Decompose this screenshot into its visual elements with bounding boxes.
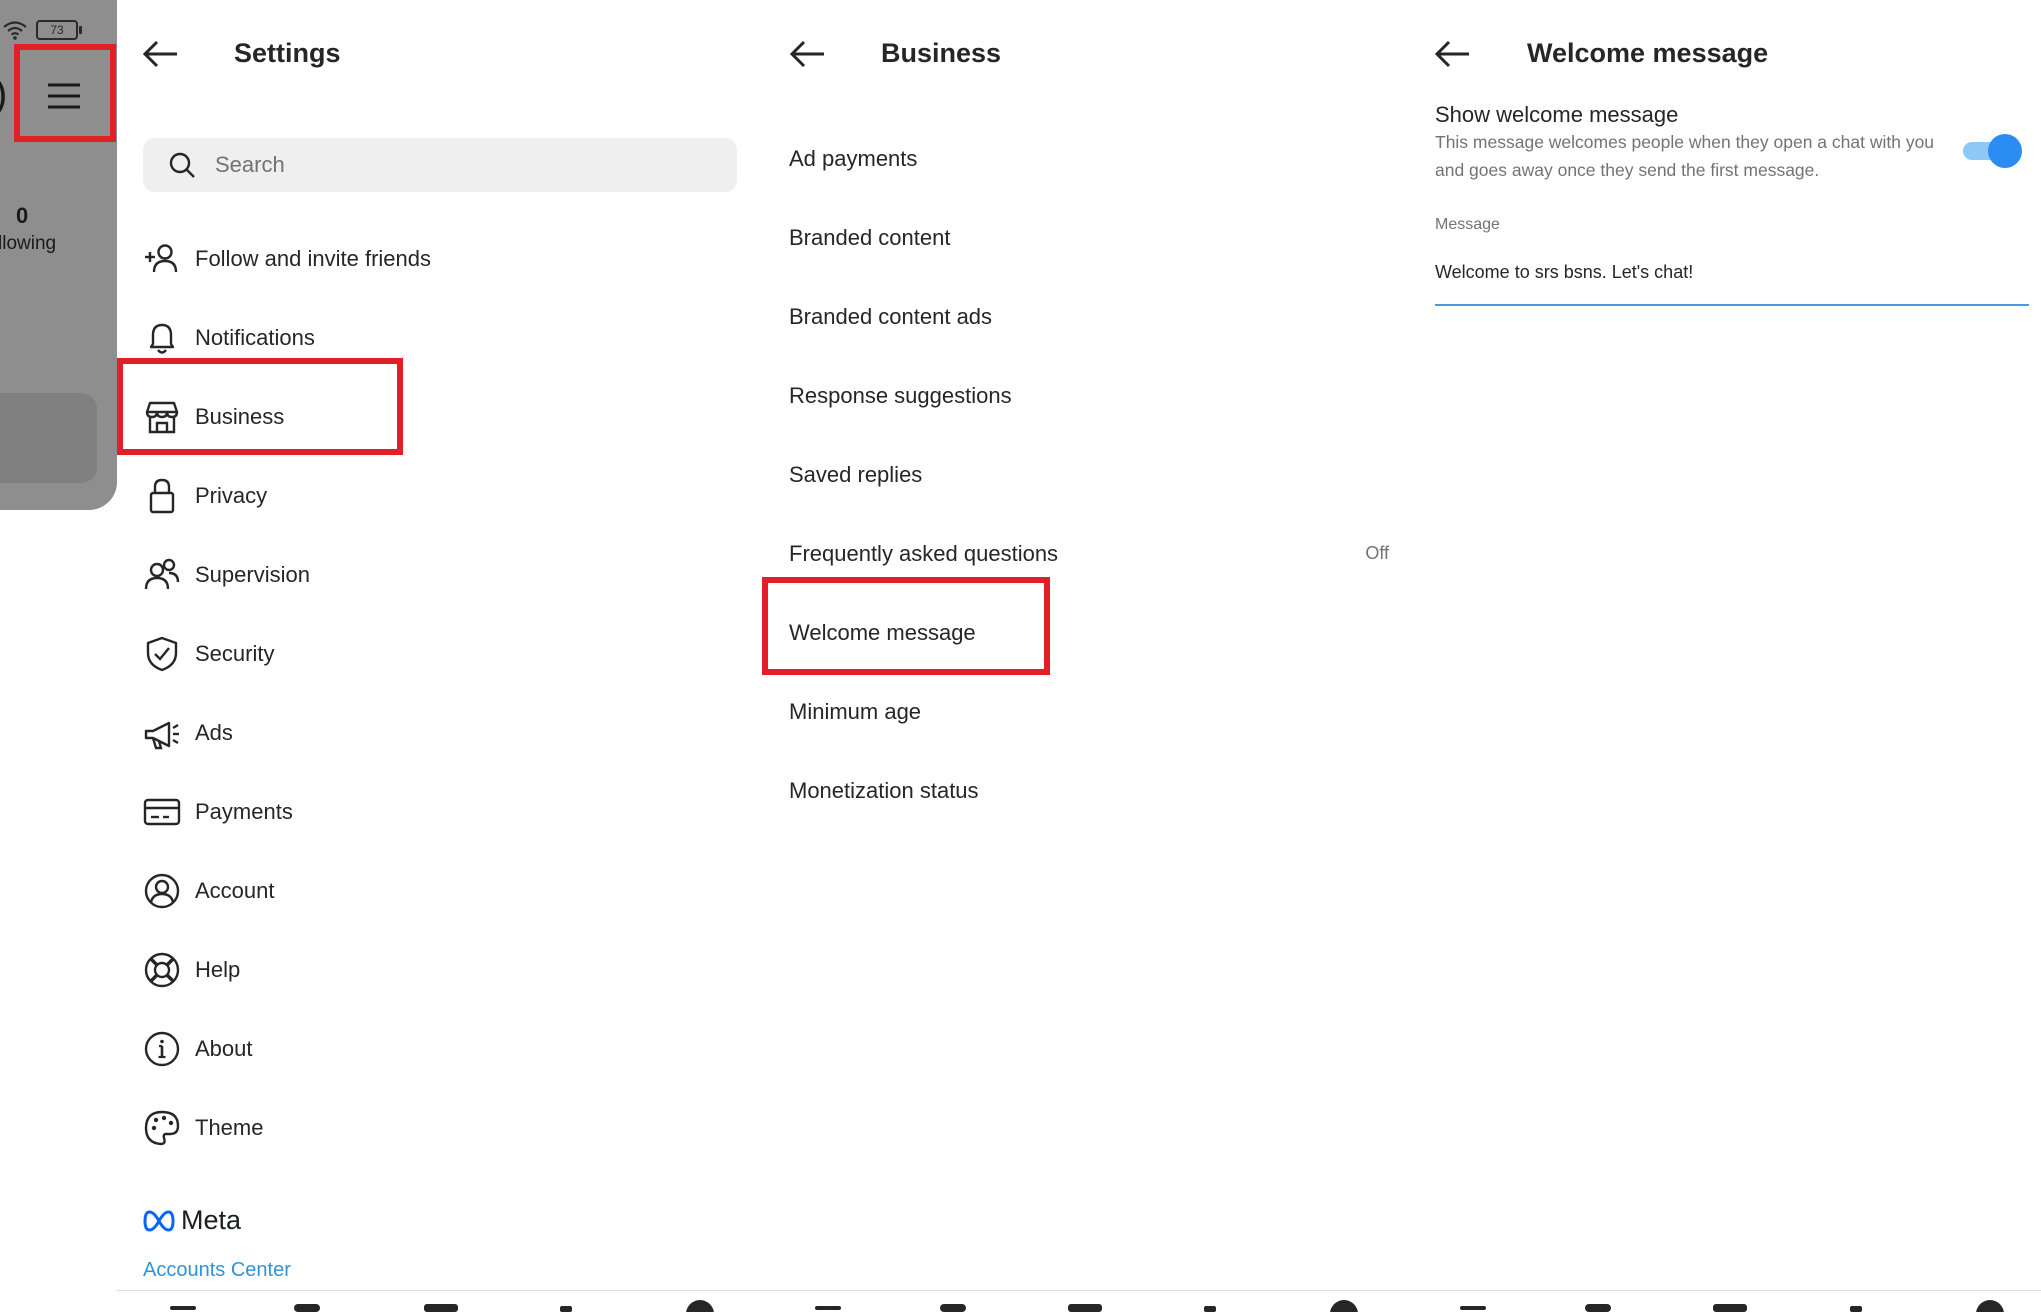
bell-icon <box>143 319 181 357</box>
profile-card-fragment <box>0 393 97 483</box>
settings-screen: Settings Search Follow and invite friend… <box>117 0 762 1290</box>
toggle-thumb <box>1988 134 2022 168</box>
business-item-label: Monetization status <box>789 777 979 803</box>
bottom-nav-divider <box>117 1290 2041 1291</box>
welcome-header: Welcome message <box>1407 28 2041 80</box>
status-bar: 73 <box>2 20 82 40</box>
business-list: Ad payments Branded content Branded cont… <box>789 119 1389 830</box>
settings-item-label: Notifications <box>195 324 315 350</box>
back-arrow-icon <box>142 40 177 68</box>
page-title: Settings <box>234 38 341 68</box>
business-item-label: Branded content <box>789 224 951 250</box>
add-person-icon <box>143 240 181 278</box>
nav-icons-fragment <box>170 1300 2004 1312</box>
shield-check-icon <box>143 635 181 673</box>
meta-logo-text: Meta <box>181 1205 242 1235</box>
business-item-minimum-age[interactable]: Minimum age <box>789 672 1389 751</box>
settings-item-label: Supervision <box>195 561 310 587</box>
accounts-center-link[interactable]: Accounts Center <box>143 1259 291 1282</box>
welcome-message-screen: Welcome message Show welcome message Thi… <box>1407 0 2041 1290</box>
settings-item-label: About <box>195 1035 253 1061</box>
business-item-response-suggestions[interactable]: Response suggestions <box>789 356 1389 435</box>
settings-item-business[interactable]: Business <box>143 377 743 456</box>
business-item-label: Welcome message <box>789 619 976 645</box>
settings-item-security[interactable]: Security <box>143 614 743 693</box>
page-title: Welcome message <box>1527 38 1769 68</box>
settings-item-supervision[interactable]: Supervision <box>143 535 743 614</box>
bottom-nav-fragment <box>0 1300 2041 1312</box>
menu-button[interactable] <box>40 72 88 120</box>
cut-off-icon: ) <box>0 72 7 117</box>
business-item-faq[interactable]: Frequently asked questions Off <box>789 514 1389 593</box>
settings-item-label: Privacy <box>195 482 268 508</box>
search-placeholder: Search <box>215 152 285 177</box>
meta-infinity-icon <box>143 1209 175 1232</box>
settings-item-help[interactable]: Help <box>143 930 743 1009</box>
people-icon <box>143 556 181 594</box>
settings-list: Follow and invite friends Notifications <box>143 219 743 1167</box>
business-item-label: Minimum age <box>789 698 922 724</box>
settings-item-theme[interactable]: Theme <box>143 1088 743 1167</box>
lock-icon <box>143 477 181 515</box>
settings-item-label: Follow and invite friends <box>195 245 432 271</box>
show-welcome-message-label: Show welcome message <box>1435 102 1679 127</box>
business-header: Business <box>762 28 1407 80</box>
settings-item-label: Security <box>195 640 275 666</box>
palette-icon <box>143 1109 181 1147</box>
settings-item-privacy[interactable]: Privacy <box>143 456 743 535</box>
following-count: 0 <box>16 203 29 228</box>
settings-item-payments[interactable]: Payments <box>143 772 743 851</box>
hamburger-icon <box>48 83 80 109</box>
back-arrow-icon <box>789 40 824 68</box>
settings-item-label: Business <box>195 403 285 429</box>
back-button[interactable] <box>141 34 181 74</box>
faq-status-value: Off <box>1365 543 1389 563</box>
business-item-label: Response suggestions <box>789 382 1012 408</box>
lifebuoy-icon <box>143 951 181 989</box>
account-circle-icon <box>143 872 181 910</box>
settings-item-follow-invite[interactable]: Follow and invite friends <box>143 219 743 298</box>
business-item-label: Frequently asked questions <box>789 540 1059 566</box>
show-welcome-message-toggle[interactable] <box>1963 134 2023 168</box>
message-field-label: Message <box>1435 216 1500 233</box>
business-item-label: Branded content ads <box>789 303 993 329</box>
settings-item-label: Theme <box>195 1114 264 1140</box>
wifi-icon <box>3 21 27 40</box>
settings-header: Settings <box>117 28 762 80</box>
settings-item-label: Account <box>195 877 275 903</box>
settings-item-notifications[interactable]: Notifications <box>143 298 743 377</box>
megaphone-icon <box>143 714 181 752</box>
battery-indicator: 73 <box>36 20 82 40</box>
message-field[interactable] <box>1435 254 2029 306</box>
business-item-ad-payments[interactable]: Ad payments <box>789 119 1389 198</box>
shop-icon <box>143 398 181 436</box>
settings-item-label: Ads <box>195 719 233 745</box>
business-item-branded-content-ads[interactable]: Branded content ads <box>789 277 1389 356</box>
business-screen: Business Ad payments Branded content Bra… <box>762 0 1407 1290</box>
back-button[interactable] <box>1433 34 1473 74</box>
business-item-saved-replies[interactable]: Saved replies <box>789 435 1389 514</box>
profile-screen-fragment: 73 ) 0 llowing <box>0 0 117 1312</box>
settings-item-ads[interactable]: Ads <box>143 693 743 772</box>
settings-item-account[interactable]: Account <box>143 851 743 930</box>
page-title: Business <box>881 38 1002 68</box>
back-button[interactable] <box>788 34 828 74</box>
welcome-message-description: This message welcomes people when they o… <box>1435 132 1935 180</box>
search-icon <box>169 152 195 178</box>
business-item-label: Ad payments <box>789 145 918 171</box>
settings-item-label: Payments <box>195 798 293 824</box>
business-item-monetization-status[interactable]: Monetization status <box>789 751 1389 830</box>
meta-logo: Meta <box>143 1205 241 1236</box>
settings-item-label: Help <box>195 956 241 982</box>
back-arrow-icon <box>1434 40 1469 68</box>
card-icon <box>143 793 181 831</box>
business-item-branded-content[interactable]: Branded content <box>789 198 1389 277</box>
business-item-label: Saved replies <box>789 461 923 487</box>
info-icon <box>143 1030 181 1068</box>
business-item-welcome-message[interactable]: Welcome message <box>789 593 1389 672</box>
settings-item-about[interactable]: About <box>143 1009 743 1088</box>
search-input[interactable]: Search <box>143 138 737 192</box>
following-label: llowing <box>0 233 57 254</box>
